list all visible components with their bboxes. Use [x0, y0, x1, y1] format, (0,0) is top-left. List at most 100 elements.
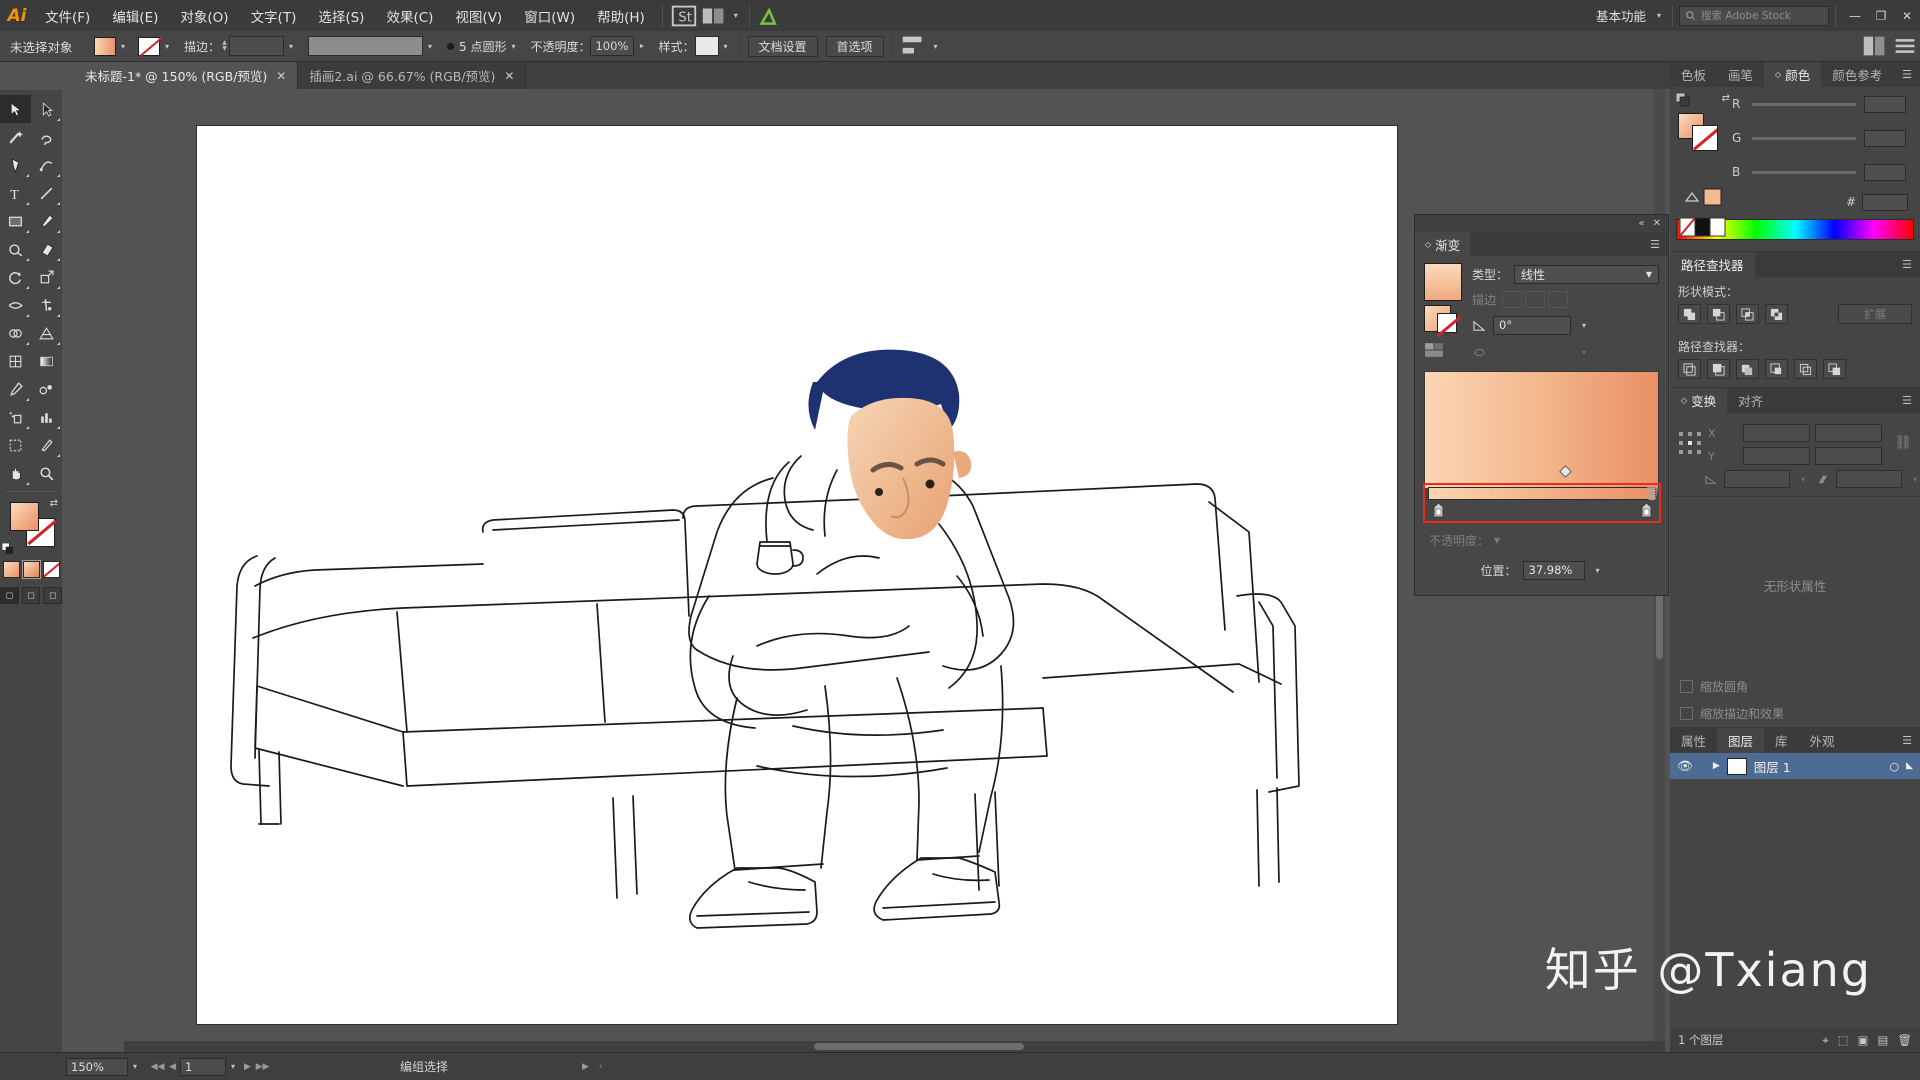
scale-corners-row[interactable]: 缩放圆角 [1670, 673, 1920, 700]
transform-w-input[interactable] [1815, 424, 1882, 442]
collapse-icon[interactable]: « [1638, 218, 1644, 229]
bridge-icon[interactable]: St [669, 5, 699, 27]
eye-icon[interactable]: 👁 [1677, 758, 1693, 774]
slice-tool[interactable] [31, 431, 62, 459]
first-artboard-button[interactable]: ◀◀ [150, 1058, 165, 1076]
zoom-tool[interactable] [31, 459, 62, 487]
outline-icon[interactable] [1794, 359, 1817, 379]
stroke-weight-chevron-icon[interactable] [284, 36, 298, 56]
divide-icon[interactable] [1678, 359, 1701, 379]
zoom-level-input[interactable]: 150% [66, 1057, 128, 1076]
color-none-swatches[interactable] [1679, 217, 1726, 241]
gradient-stroke-type-buttons[interactable] [1502, 291, 1569, 308]
next-artboard-button[interactable]: ▶ [240, 1058, 255, 1076]
magic-wand-tool[interactable] [0, 123, 31, 151]
shear-chevron-icon[interactable] [1908, 469, 1920, 489]
gradient-tool[interactable] [31, 347, 62, 375]
panel-menu-icon[interactable] [1890, 35, 1920, 57]
scale-tool[interactable] [31, 263, 62, 291]
fill-swatch[interactable] [94, 36, 116, 56]
panel-menu-icon[interactable]: ☰ [1894, 252, 1920, 277]
width-profile-chevron-icon[interactable] [423, 36, 437, 56]
mesh-tool[interactable] [0, 347, 31, 375]
status-resize-icon[interactable]: ‹ [593, 1058, 608, 1076]
close-icon[interactable]: ✕ [276, 69, 286, 83]
unite-icon[interactable] [1678, 304, 1701, 324]
minimize-button[interactable]: — [1842, 4, 1868, 28]
draw-behind-mode[interactable]: ◻ [21, 587, 41, 604]
document-setup-button[interactable]: 文档设置 [747, 35, 818, 57]
gradient-fill-stroke-swatch[interactable] [1424, 305, 1462, 338]
shape-builder-tool[interactable] [0, 319, 31, 347]
menu-item-type[interactable]: 文字(T) [240, 0, 308, 31]
eyedropper-tool[interactable] [0, 375, 31, 403]
trim-icon[interactable] [1707, 359, 1730, 379]
gradient-preview-swatch[interactable] [1424, 263, 1462, 301]
close-icon[interactable]: ✕ [504, 69, 514, 83]
horizontal-scrollbar[interactable] [124, 1041, 1665, 1052]
tab-appearance[interactable]: 外观 [1799, 728, 1846, 753]
gradient-type-select[interactable]: 线性 ▼ [1514, 265, 1659, 284]
scale-strokes-row[interactable]: 缩放描边和效果 [1670, 700, 1920, 727]
expand-button[interactable]: 扩展 [1838, 304, 1912, 324]
hex-input[interactable] [1862, 193, 1908, 211]
reference-point-icon[interactable] [1678, 431, 1702, 455]
layer-target-icon[interactable]: ○ [1889, 760, 1899, 773]
document-tab-0[interactable]: 未标题-1* @ 150% (RGB/预览) ✕ [74, 62, 299, 89]
normal-draw-mode[interactable]: ◻ [0, 587, 19, 604]
menu-item-window[interactable]: 窗口(W) [513, 0, 586, 31]
channel-input-b[interactable] [1864, 163, 1906, 181]
panel-menu-icon[interactable]: ☰ [1894, 388, 1920, 413]
eraser-tool[interactable] [31, 235, 62, 263]
panel-menu-icon[interactable]: ☰ [1894, 728, 1920, 753]
zoom-chevron-icon[interactable] [128, 1057, 142, 1077]
gradient-mode[interactable] [21, 560, 41, 579]
menu-item-select[interactable]: 选择(S) [307, 0, 375, 31]
panel-menu-icon[interactable]: ☰ [1650, 238, 1668, 251]
transform-angle-input[interactable] [1724, 470, 1790, 488]
channel-input-g[interactable] [1864, 129, 1906, 147]
channel-slider-g[interactable] [1752, 136, 1856, 140]
line-segment-tool[interactable] [31, 179, 62, 207]
menu-item-edit[interactable]: 编辑(E) [101, 0, 169, 31]
restore-button[interactable]: ❐ [1868, 4, 1894, 28]
make-clipping-mask-icon[interactable]: ⬚ [1838, 1033, 1849, 1048]
rectangle-tool[interactable] [0, 207, 31, 235]
position-chevron-icon[interactable] [1591, 560, 1605, 580]
gradient-stop-end[interactable] [1641, 502, 1652, 518]
minus-back-icon[interactable] [1823, 359, 1846, 379]
transform-h-input[interactable] [1815, 447, 1882, 465]
merge-icon[interactable] [1736, 359, 1759, 379]
arrange-panel-icon[interactable] [1860, 35, 1890, 57]
delete-stop-icon[interactable]: 🗑 [1643, 487, 1660, 502]
tab-layers[interactable]: 图层 [1717, 728, 1765, 753]
brush-definition[interactable]: 5 点圆形 [447, 38, 506, 55]
channel-slider-b[interactable] [1752, 170, 1856, 174]
variable-width-profile[interactable] [308, 36, 424, 56]
angle-chevron-icon[interactable] [1796, 469, 1810, 489]
workspace-chevron-icon[interactable] [1652, 6, 1666, 26]
stroke-chevron-icon[interactable] [160, 36, 174, 56]
scale-corners-checkbox[interactable] [1680, 680, 1693, 693]
channel-input-r[interactable] [1864, 95, 1906, 113]
locate-object-icon[interactable]: ⌖ [1822, 1033, 1828, 1048]
align-icon[interactable] [899, 35, 929, 57]
free-transform-tool[interactable] [31, 291, 62, 319]
minus-front-icon[interactable] [1707, 304, 1730, 324]
color-stroke-swatch[interactable] [1692, 125, 1718, 151]
arrange-documents-icon[interactable] [699, 5, 729, 27]
perspective-grid-tool[interactable] [31, 319, 62, 347]
menu-item-view[interactable]: 视图(V) [444, 0, 513, 31]
none-mode[interactable] [42, 561, 60, 578]
menu-item-effect[interactable]: 效果(C) [375, 0, 444, 31]
preferences-button[interactable]: 首选项 [825, 35, 884, 57]
delete-layer-icon[interactable]: 🗑 [1897, 1033, 1912, 1048]
scale-strokes-checkbox[interactable] [1680, 707, 1693, 720]
intersect-icon[interactable] [1736, 304, 1759, 324]
tab-brushes[interactable]: 画笔 [1717, 62, 1764, 87]
menu-item-file[interactable]: 文件(F) [34, 0, 101, 31]
style-chevron-icon[interactable] [719, 36, 733, 56]
color-fill-front-icon[interactable] [1675, 92, 1690, 107]
gradient-library-icon[interactable] [1424, 341, 1446, 361]
pen-tool[interactable] [0, 151, 31, 179]
